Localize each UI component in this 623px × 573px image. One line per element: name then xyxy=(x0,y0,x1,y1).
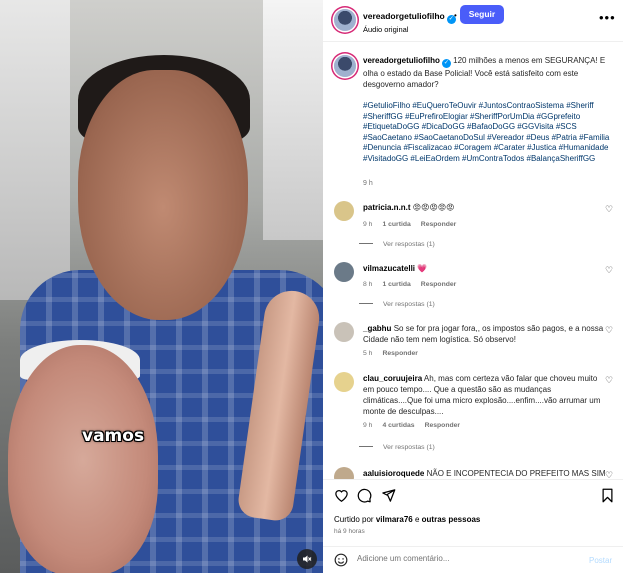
liked-by-user[interactable]: vilmara76 xyxy=(376,515,413,524)
commenter-username[interactable]: vilmazucatelli xyxy=(363,264,415,273)
commenter-username[interactable]: patricia.n.n.t xyxy=(363,203,411,212)
comment-text: 😡😡😡😡😡 xyxy=(412,203,455,212)
commenter-avatar[interactable] xyxy=(334,372,354,392)
commenter-username[interactable]: aaluisioroquede xyxy=(363,469,424,478)
view-replies-button[interactable]: Ver respostas (1) xyxy=(363,444,435,451)
comment-icon[interactable] xyxy=(356,488,372,504)
reply-button[interactable]: Responder xyxy=(382,350,418,357)
comment-likes[interactable]: 4 curtidas xyxy=(382,422,414,429)
comment-item: clau_coruujeira Ah, mas com certeza vão … xyxy=(334,372,623,458)
comment-time: 5 h xyxy=(363,350,373,357)
comments-scroll-area[interactable]: vereadorgetuliofilho ✓ 120 milhões a meno… xyxy=(323,43,623,479)
reel-video[interactable]: vamos xyxy=(0,0,323,573)
follow-button[interactable]: Seguir xyxy=(460,5,504,24)
bookmark-icon[interactable] xyxy=(599,488,615,504)
separator-dot: • xyxy=(454,11,457,20)
commenter-avatar[interactable] xyxy=(334,201,354,221)
liked-by-others[interactable]: outras pessoas xyxy=(422,515,481,524)
post-header: vereadorgetuliofilho ✓ • Seguir Áudio ori… xyxy=(323,0,623,42)
comment-item: _gabhu So se for pra jogar fora,, os imp… xyxy=(334,322,623,362)
comment-text: So se for pra jogar fora,, os impostos s… xyxy=(363,324,604,344)
verified-badge-icon: ✓ xyxy=(441,59,451,68)
commenter-username[interactable]: _gabhu xyxy=(363,324,391,333)
caption-username[interactable]: vereadorgetuliofilho xyxy=(363,56,440,65)
inset-person-face xyxy=(8,345,158,573)
liked-by-summary: Curtido por vilmara76 e outras pessoas xyxy=(334,515,480,524)
comment-like-icon[interactable]: ♡ xyxy=(605,325,613,336)
add-comment-input[interactable] xyxy=(357,554,577,563)
reply-button[interactable]: Responder xyxy=(421,221,457,228)
comment-text: NÃO E INCOPENTECIA DO PREFEITO MAS SIM xyxy=(426,469,606,478)
speaker-face xyxy=(78,70,248,320)
liked-by-connector: e xyxy=(414,515,420,524)
commenter-avatar[interactable] xyxy=(334,467,354,479)
send-icon[interactable] xyxy=(380,488,396,504)
comment-time: 8 h xyxy=(363,281,373,288)
commenter-username[interactable]: clau_coruujeira xyxy=(363,374,422,383)
audio-link[interactable]: Áudio original xyxy=(363,25,408,34)
comment-like-icon[interactable]: ♡ xyxy=(605,470,613,479)
post-comment-button[interactable]: Postar xyxy=(589,556,612,565)
caption-hashtags[interactable]: #GetulioFilho #EuQueroTeOuvir #JuntosCon… xyxy=(363,101,615,165)
heart-icon[interactable] xyxy=(333,488,349,504)
comment-time: 9 h xyxy=(363,221,373,228)
post-actions-bar: Curtido por vilmara76 e outras pessoas h… xyxy=(323,479,623,573)
comment-item: aaluisioroquede NÃO E INCOPENTECIA DO PR… xyxy=(334,467,623,479)
comment-like-icon[interactable]: ♡ xyxy=(605,375,613,386)
post-side-panel: vereadorgetuliofilho ✓ • Seguir Áudio ori… xyxy=(323,0,623,573)
reply-button[interactable]: Responder xyxy=(425,422,461,429)
view-replies-button[interactable]: Ver respostas (1) xyxy=(363,301,435,308)
liked-by-prefix: Curtido por xyxy=(334,515,374,524)
view-replies-button[interactable]: Ver respostas (1) xyxy=(363,241,435,248)
video-caption-overlay: vamos xyxy=(82,426,145,446)
more-options-icon[interactable]: ••• xyxy=(599,10,616,25)
comment-text: 💗 xyxy=(417,264,428,273)
comment-likes[interactable]: 1 curtida xyxy=(382,281,410,288)
comment-time: 9 h xyxy=(363,422,373,429)
author-avatar[interactable] xyxy=(334,55,356,77)
background-wall xyxy=(263,0,323,240)
comment-likes[interactable]: 1 curtida xyxy=(382,221,410,228)
background-shelf xyxy=(0,0,70,300)
speaker-muted-icon[interactable] xyxy=(297,549,317,569)
post-age: há 9 horas xyxy=(334,528,365,535)
comment-item: vilmazucatelli 💗 8 h 1 curtida Responder ♡… xyxy=(334,262,623,322)
comment-item: patricia.n.n.t 😡😡😡😡😡 9 h 1 curtida Respond… xyxy=(334,201,623,261)
author-avatar[interactable] xyxy=(334,9,356,31)
author-username[interactable]: vereadorgetuliofilho xyxy=(363,11,445,21)
comment-like-icon[interactable]: ♡ xyxy=(605,265,613,276)
commenter-avatar[interactable] xyxy=(334,322,354,342)
comment-like-icon[interactable]: ♡ xyxy=(605,204,613,215)
commenter-avatar[interactable] xyxy=(334,262,354,282)
reply-button[interactable]: Responder xyxy=(421,281,457,288)
add-comment-bar: Postar xyxy=(323,546,623,573)
emoji-smile-icon[interactable] xyxy=(334,553,348,570)
caption-time: 9 h xyxy=(363,180,373,187)
